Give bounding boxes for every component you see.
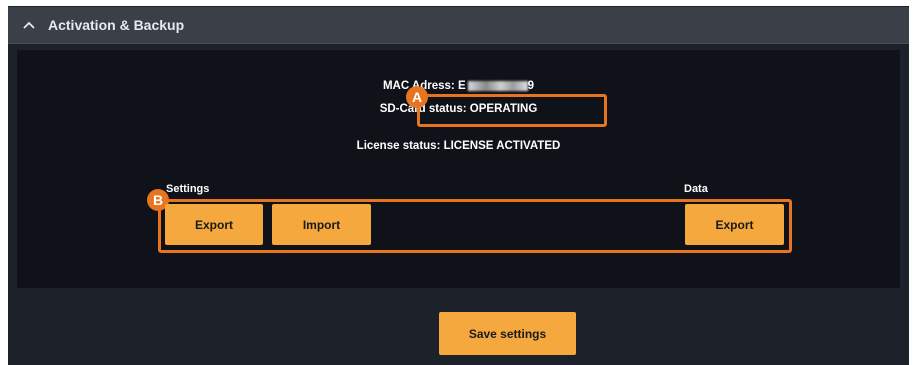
- section-header-activation-backup[interactable]: Activation & Backup: [8, 7, 909, 44]
- mac-address-redaction: [467, 80, 528, 91]
- callout-badge-a: A: [406, 86, 428, 108]
- license-status: License status: LICENSE ACTIVATED: [356, 140, 561, 152]
- settings-section-label: Settings: [166, 183, 210, 195]
- settings-import-button[interactable]: Import: [272, 204, 371, 245]
- mac-address-text: MAC Adress: E9: [0, 80, 917, 92]
- save-settings-button[interactable]: Save settings: [439, 312, 576, 355]
- section-title: Activation & Backup: [48, 17, 185, 33]
- data-section-label: Data: [684, 183, 708, 195]
- callout-box-a: [417, 94, 607, 127]
- mac-address-tail: 9: [527, 80, 535, 92]
- settings-export-button[interactable]: Export: [165, 204, 263, 245]
- chevron-up-icon[interactable]: [20, 16, 38, 34]
- data-export-button[interactable]: Export: [685, 204, 784, 245]
